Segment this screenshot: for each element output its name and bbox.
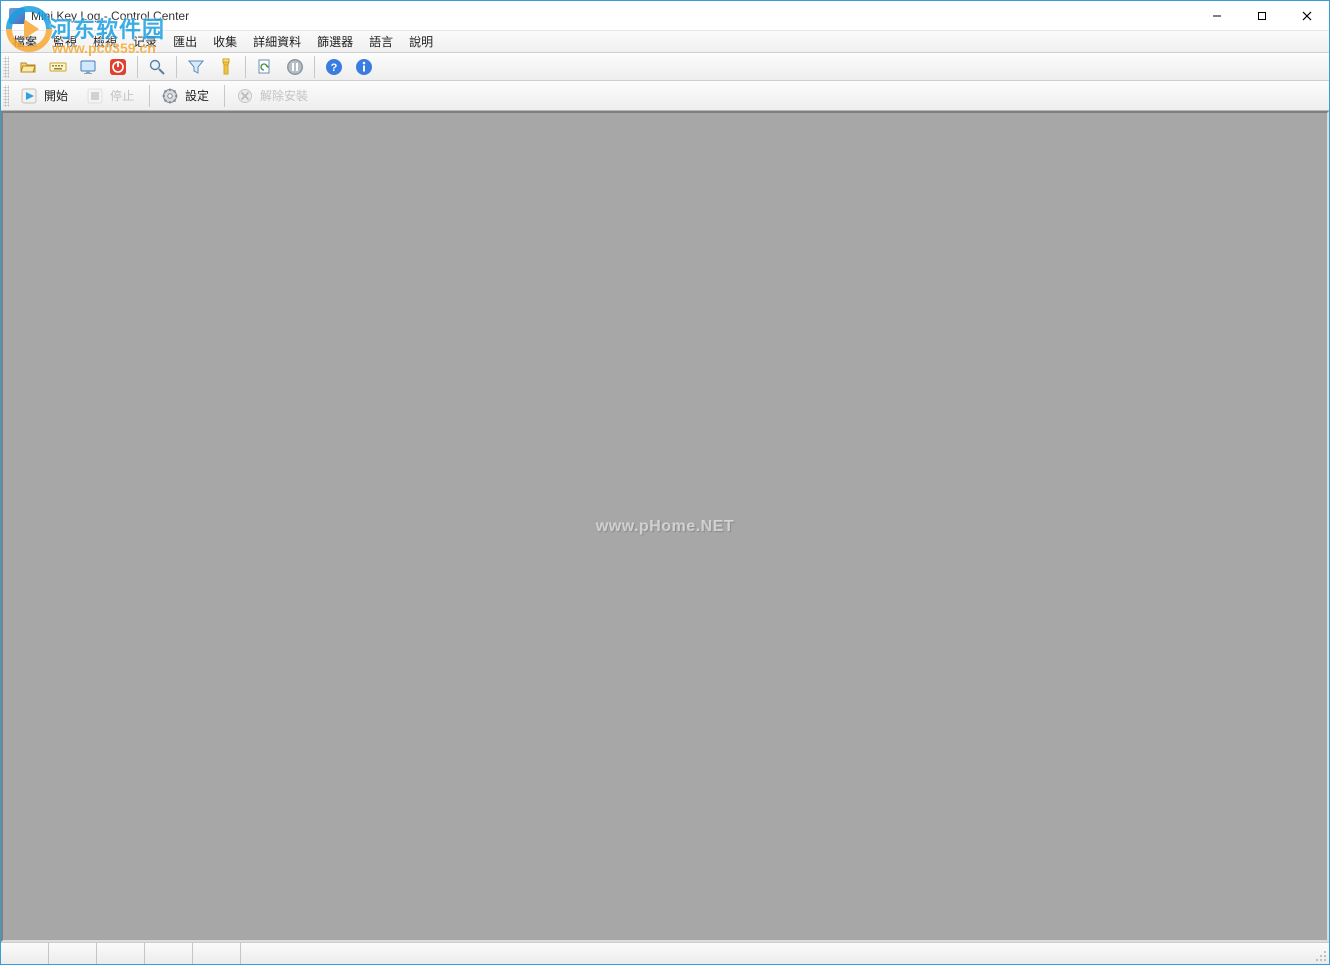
open-icon [19,58,37,76]
help-icon: ? [325,58,343,76]
search-icon [148,58,166,76]
menu-help[interactable]: 說明 [401,30,441,53]
settings-label: 設定 [185,87,209,104]
start-button[interactable]: 開始 [15,83,77,109]
menu-collect[interactable]: 收集 [205,30,245,53]
titlebar: Mini Key Log - Control Center [1,1,1329,31]
power-button[interactable] [105,55,131,79]
icon-toolbar: ? [1,53,1329,81]
menubar: 檔案 監視 檢視 记录 匯出 收集 詳細資料 篩選器 語言 說明 [1,31,1329,53]
info-button[interactable] [351,55,377,79]
pause-button[interactable] [282,55,308,79]
play-icon [20,87,38,105]
menu-export[interactable]: 匯出 [165,30,205,53]
toolbar-separator [224,85,225,107]
uninstall-icon [236,87,254,105]
menu-record[interactable]: 记录 [125,30,165,53]
menu-details[interactable]: 詳細資料 [245,30,309,53]
statusbar [1,942,1329,964]
search-button[interactable] [144,55,170,79]
toolbar-separator [314,56,315,78]
menu-view[interactable]: 檢視 [85,30,125,53]
info-icon [355,58,373,76]
flashlight-button[interactable] [213,55,239,79]
status-cell [145,943,193,964]
status-cell [1,943,49,964]
minimize-icon [1212,11,1222,21]
uninstall-label: 解除安裝 [260,87,308,104]
gear-icon [161,87,179,105]
flashlight-icon [217,58,235,76]
minimize-button[interactable] [1194,1,1239,31]
toolbar-grip-icon [3,85,9,107]
settings-button[interactable]: 設定 [156,83,218,109]
maximize-icon [1257,11,1267,21]
start-label: 開始 [44,87,68,104]
filter-icon [187,58,205,76]
toolbar-separator [137,56,138,78]
power-icon [109,58,127,76]
stop-label: 停止 [110,87,134,104]
toolbar-separator [149,85,150,107]
window-controls [1194,1,1329,31]
toolbar-separator [245,56,246,78]
menu-filter[interactable]: 篩選器 [309,30,361,53]
center-watermark: www.pHome.NET [596,518,734,536]
menu-language[interactable]: 語言 [361,30,401,53]
svg-text:?: ? [331,62,338,74]
status-cell [97,943,145,964]
filter-button[interactable] [183,55,209,79]
toolbar-grip-icon [3,56,9,78]
uninstall-button: 解除安裝 [231,83,317,109]
screen-button[interactable] [75,55,101,79]
resize-grip-icon[interactable] [1311,943,1329,964]
menu-file[interactable]: 檔案 [5,30,45,53]
screen-icon [79,58,97,76]
help-button[interactable]: ? [321,55,347,79]
content-area: www.pHome.NET [1,111,1329,942]
open-button[interactable] [15,55,41,79]
keyboard-icon [49,58,67,76]
status-cell [49,943,97,964]
pause-icon [286,58,304,76]
stop-icon [86,87,104,105]
status-cell [193,943,241,964]
keyboard-button[interactable] [45,55,71,79]
refresh-doc-icon [256,58,274,76]
app-icon [9,8,25,24]
menu-monitor[interactable]: 監視 [45,30,85,53]
maximize-button[interactable] [1239,1,1284,31]
close-icon [1302,11,1312,21]
stop-button: 停止 [81,83,143,109]
window-title: Mini Key Log - Control Center [31,9,189,23]
toolbar-separator [176,56,177,78]
refresh-doc-button[interactable] [252,55,278,79]
close-button[interactable] [1284,1,1329,31]
action-toolbar: 開始 停止 設定 解除安裝 [1,81,1329,111]
